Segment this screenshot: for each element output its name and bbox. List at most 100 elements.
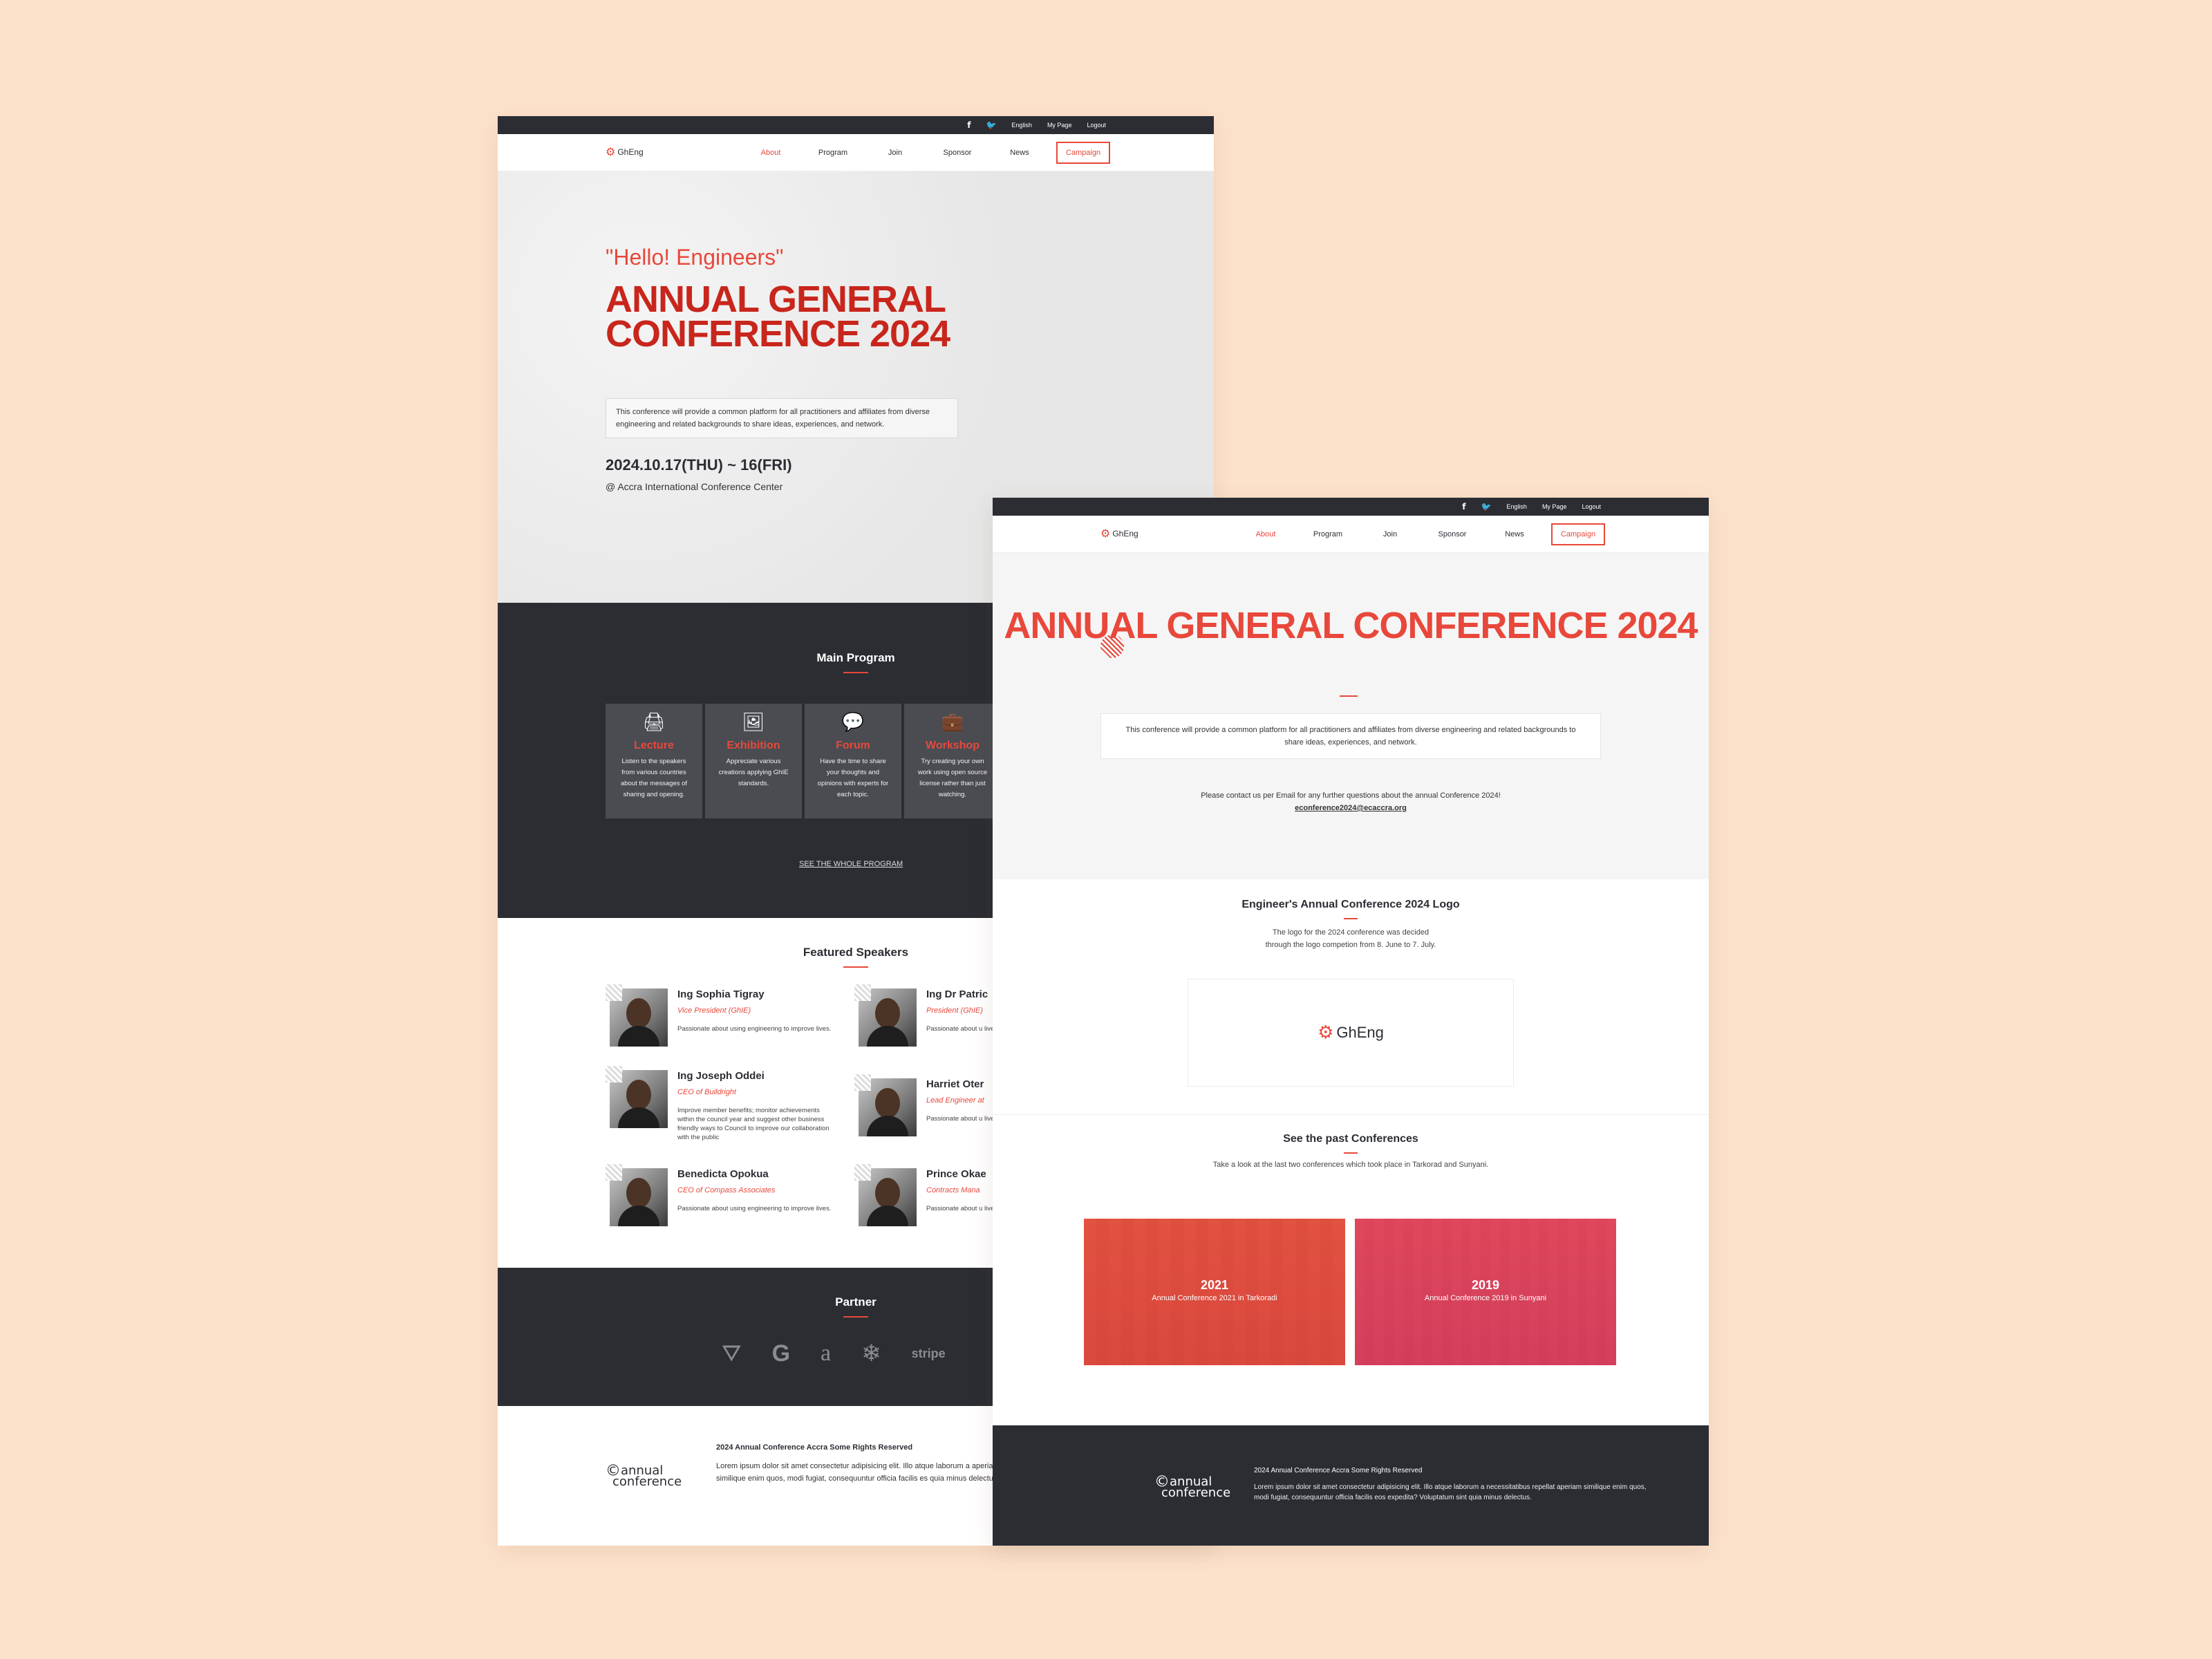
speaker-role: Lead Engineer at	[926, 1096, 984, 1105]
card-title: Lecture	[634, 740, 674, 751]
hero-title: ANNUAL GENERAL CONFERENCE 2024	[606, 279, 950, 355]
facebook-icon[interactable]: f	[1462, 502, 1465, 512]
logo-showcase: ⚙ GhEng	[1188, 979, 1514, 1087]
nav-program[interactable]: Program	[1297, 530, 1359, 538]
speaker-card[interactable]: Benedicta Opokua CEO of Compass Associat…	[606, 1164, 834, 1240]
logout-link[interactable]: Logout	[1582, 503, 1601, 510]
speaker-card[interactable]: Ing Joseph Oddei CEO of Buildright Impro…	[606, 1066, 834, 1142]
logout-link[interactable]: Logout	[1087, 122, 1106, 129]
speaker-photo	[854, 1074, 917, 1136]
gear-logo-icon: ⚙	[1100, 527, 1111, 540]
footer-title: 2024 Annual Conference Accra Some Rights…	[716, 1443, 913, 1452]
speaker-name: Ing Joseph Oddei	[677, 1070, 765, 1082]
logo-text: GhEng	[617, 147, 644, 157]
hero-description: This conference will provide a common pl…	[1100, 713, 1601, 759]
hero-greeting: "Hello! Engineers"	[606, 245, 784, 270]
title-underline	[1340, 695, 1358, 697]
my-page-link[interactable]: My Page	[1542, 503, 1567, 510]
gear-logo-icon: ⚙	[606, 145, 616, 158]
speaker-name: Ing Dr Patric	[926, 988, 988, 1000]
nav-about[interactable]: About	[1235, 530, 1297, 538]
my-page-link[interactable]: My Page	[1047, 122, 1072, 129]
site-logo[interactable]: ⚙ GhEng	[1100, 527, 1138, 540]
nav-sponsor[interactable]: Sponsor	[926, 149, 988, 157]
contact-text: Please contact us per Email for any furt…	[1201, 791, 1501, 800]
site-logo[interactable]: ⚙ GhEng	[606, 145, 644, 158]
contact-block: Please contact us per Email for any furt…	[993, 789, 1709, 814]
speaker-role: Vice President (GhIE)	[677, 1006, 751, 1015]
past-conference-card[interactable]: 2019 Annual Conference 2019 in Sunyani	[1355, 1219, 1616, 1365]
conference-label: Annual Conference 2019 in Sunyani	[1424, 1294, 1547, 1302]
footer-title: 2024 Annual Conference Accra Some Rights…	[1254, 1467, 1423, 1474]
footer-logo-bottom: conference	[1161, 1485, 1231, 1500]
speaker-role: President (GhIE)	[926, 1006, 983, 1015]
nav-about[interactable]: About	[740, 149, 802, 157]
speaker-role: Contracts Mana	[926, 1186, 980, 1194]
nav-menu: About Program Join Sponsor News Campaign	[740, 134, 1110, 171]
speaker-name: Prince Okae	[926, 1168, 986, 1180]
nav-news[interactable]: News	[1483, 530, 1546, 538]
footer-text: Lorem ipsum dolor sit amet consectetur a…	[716, 1462, 1000, 1483]
card-desc: Listen to the speakers from various coun…	[620, 758, 688, 798]
program-card-lecture[interactable]: 🖨 Lecture Listen to the speakers from va…	[606, 704, 702, 818]
nav-news[interactable]: News	[988, 149, 1051, 157]
speaker-photo	[606, 1066, 668, 1128]
twitter-icon[interactable]: 🐦	[1481, 502, 1491, 512]
footer-text: Lorem ipsum dolor sit amet consectetur a…	[1254, 1483, 1647, 1501]
logo-desc-line1: The logo for the 2024 conference was dec…	[1272, 928, 1430, 937]
footer-logo-bottom: conference	[612, 1474, 682, 1489]
nav-campaign-button[interactable]: Campaign	[1551, 523, 1605, 545]
past-conference-card[interactable]: 2021 Annual Conference 2021 in Tarkoradi	[1084, 1219, 1345, 1365]
program-card-exhibition[interactable]: 🖼 Exhibition Appreciate various creation…	[705, 704, 802, 818]
footer: ©annual conference 2024 Annual Conferenc…	[993, 1425, 1709, 1546]
card-title: Exhibition	[727, 740, 780, 751]
contact-email-link[interactable]: econference2024@ecaccra.org	[993, 802, 1709, 814]
section-desc: Take a look at the last two conferences …	[1212, 1161, 1489, 1169]
title-underline	[843, 672, 868, 673]
card-desc: Have the time to share your thoughts and…	[817, 758, 889, 798]
logo-text: GhEng	[1336, 1024, 1384, 1041]
snowflake-icon[interactable]: ❄	[861, 1340, 881, 1367]
logo-desc-line2: through the logo competion from 8. June …	[1265, 941, 1436, 949]
title-underline	[843, 1316, 868, 1318]
speaker-photo	[606, 984, 668, 1047]
google-icon[interactable]: G	[772, 1340, 790, 1367]
hero-title: ANNUAL GENERAL CONFERENCE 2024	[1004, 605, 1698, 646]
stripe-logo[interactable]: stripe	[912, 1347, 946, 1361]
airbnb-icon[interactable]: ⛛	[722, 1340, 742, 1367]
nav-join[interactable]: Join	[864, 149, 926, 157]
nav-campaign-button[interactable]: Campaign	[1056, 142, 1110, 164]
conference-year: 2021	[1200, 1278, 1229, 1292]
see-whole-program-link[interactable]: SEE THE WHOLE PROGRAM	[799, 860, 903, 868]
nav-join[interactable]: Join	[1359, 530, 1421, 538]
footer-logo: ©annual conference	[1154, 1474, 1231, 1500]
facebook-icon[interactable]: f	[967, 120, 971, 130]
speaker-name: Benedicta Opokua	[677, 1168, 769, 1180]
main-nav: ⚙ GhEng About Program Join Sponsor News …	[993, 516, 1709, 553]
language-link[interactable]: English	[1506, 503, 1527, 510]
program-card-forum[interactable]: 💬 Forum Have the time to share your thou…	[805, 704, 901, 818]
speaker-card[interactable]: Ing Sophia Tigray Vice President (GhIE) …	[606, 984, 834, 1060]
forum-icon: 💬	[841, 712, 865, 733]
amazon-icon[interactable]: a	[821, 1340, 831, 1367]
speaker-name: Harriet Oter	[926, 1078, 984, 1090]
lecture-icon: 🖨	[642, 712, 666, 733]
program-card-workshop[interactable]: 💼 Workshop Try creating your own work us…	[904, 704, 1001, 818]
title-underline	[843, 966, 868, 968]
past-conferences-section: See the past Conferences Take a look at …	[993, 1114, 1709, 1425]
program-cards: 🖨 Lecture Listen to the speakers from va…	[606, 704, 1001, 818]
speaker-photo	[854, 984, 917, 1047]
logo-section: Engineer's Annual Conference 2024 Logo T…	[993, 879, 1709, 1114]
hero-date: 2024.10.17(THU) ~ 16(FRI)	[606, 456, 792, 474]
speaker-desc: Passionate about using engineering to im…	[677, 1205, 832, 1212]
footer-logo: ©annual conference	[606, 1463, 682, 1489]
language-link[interactable]: English	[1011, 122, 1032, 129]
twitter-icon[interactable]: 🐦	[986, 120, 996, 130]
title-underline	[1344, 918, 1358, 919]
nav-program[interactable]: Program	[802, 149, 864, 157]
top-utility-bar: f 🐦 English My Page Logout	[498, 116, 1214, 134]
about-hero-section: ANNUAL GENERAL CONFERENCE 2024 This conf…	[993, 553, 1709, 879]
card-desc: Try creating your own work using open so…	[917, 758, 988, 798]
exhibition-icon: 🖼	[742, 712, 765, 733]
nav-sponsor[interactable]: Sponsor	[1421, 530, 1483, 538]
